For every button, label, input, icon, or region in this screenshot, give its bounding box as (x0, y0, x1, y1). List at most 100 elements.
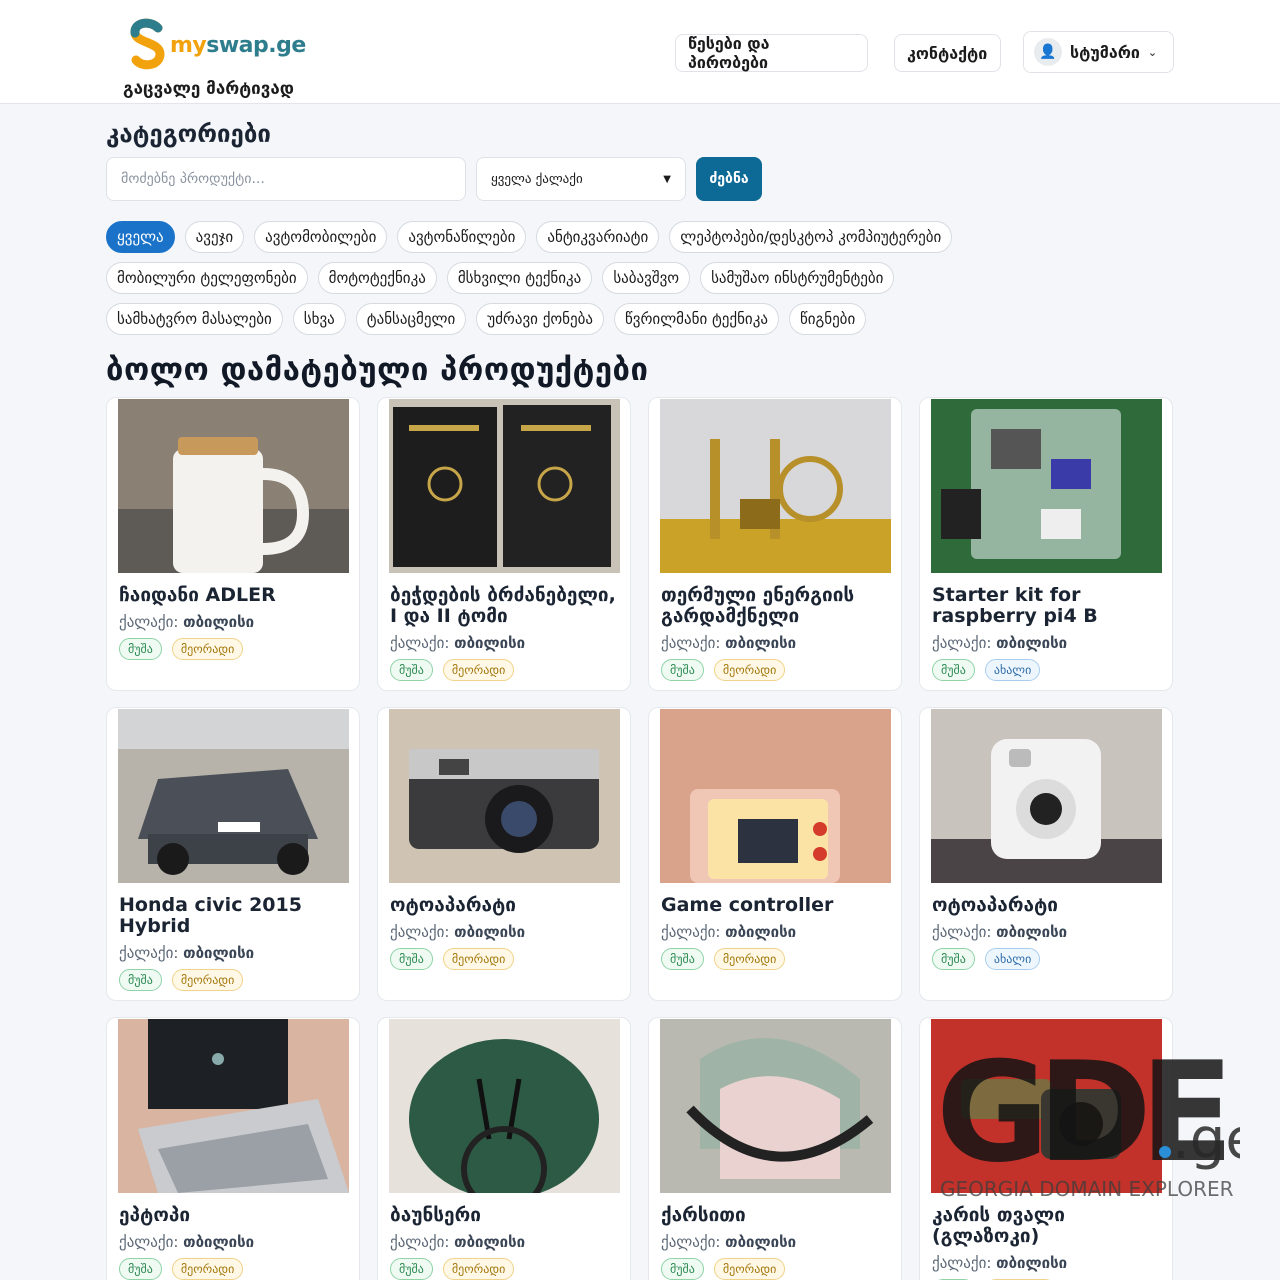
city-value: თბილისი (725, 923, 797, 941)
category-chip[interactable]: ავტომობილები (254, 221, 388, 253)
product-badges: მუშა მეორადი (390, 659, 515, 681)
product-card[interactable]: ჩაიდანი ADLER ქალაქი: თბილისი მუშა მეორადი (106, 397, 360, 691)
category-chip[interactable]: უძრავი ქონება (476, 303, 605, 335)
city-prefix: ქალაქი: (661, 1233, 726, 1251)
status-badge: მუშა (932, 948, 975, 970)
product-image[interactable] (118, 399, 349, 573)
product-title[interactable]: ბეჭდების ბრძანებელი, I და II ტომი (390, 585, 622, 627)
status-badge: მუშა (661, 948, 704, 970)
watermark-tld: .ge (1172, 1107, 1240, 1172)
product-city: ქალაქი: თბილისი (390, 634, 525, 652)
product-image[interactable] (118, 709, 349, 883)
category-chip[interactable]: ანტიკვარიატი (536, 221, 660, 253)
product-image[interactable] (389, 1019, 620, 1193)
category-chip[interactable]: წიგნები (788, 303, 867, 335)
city-prefix: ქალაქი: (390, 634, 455, 652)
category-chip[interactable]: მოტოტექნიკა (317, 262, 437, 294)
product-title[interactable]: ბაუნსერი (390, 1205, 622, 1226)
site-tagline: გაცვალე მარტივად (123, 79, 294, 99)
product-image[interactable] (660, 1019, 891, 1193)
category-chip[interactable]: მსხვილი ტექნიკა (446, 262, 593, 294)
product-image[interactable] (931, 399, 1162, 573)
chip-row: მობილური ტელეფონები მოტოტექნიკა მსხვილი … (106, 262, 1066, 294)
chip-row: სამხატვრო მასალები სხვა ტანსაცმელი უძრავ… (106, 303, 1066, 335)
product-card[interactable]: Starter kit for raspberry pi4 B ქალაქი: თ… (919, 397, 1173, 691)
product-title[interactable]: ქარსითი (661, 1205, 893, 1226)
condition-badge: მეორადი (171, 969, 244, 991)
category-chip[interactable]: მობილური ტელეფონები (106, 262, 308, 294)
product-city: ქალაქი: თბილისი (661, 634, 796, 652)
site-logo[interactable]: myswap.ge (128, 18, 306, 72)
category-chip[interactable]: ყველა (106, 221, 175, 253)
condition-badge: მეორადი (713, 659, 786, 681)
product-card[interactable]: ბაუნსერი ქალაქი: თბილისი მუშა მეორადი (377, 1017, 631, 1280)
city-prefix: ქალაქი: (932, 634, 997, 652)
city-value: თბილისი (725, 634, 797, 652)
rules-button[interactable]: წესები და პირობები (675, 34, 868, 72)
product-badges: მუშა მეორადი (390, 948, 515, 970)
category-chip[interactable]: ლეპტოპები/დესკტოპ კომპიუტერები (669, 221, 953, 253)
product-card[interactable]: ოტოაპარატი ქალაქი: თბილისი მუშა ახალი (919, 707, 1173, 1001)
user-menu-button[interactable]: 👤 სტუმარი ⌄ (1023, 31, 1174, 73)
product-city: ქალაქი: თბილისი (661, 1233, 796, 1251)
product-title[interactable]: ოტოაპარატი (932, 895, 1164, 916)
contact-button[interactable]: კონტაქტი (894, 34, 1001, 72)
status-badge: მუშა (119, 969, 162, 991)
condition-badge: ახალი (984, 948, 1041, 970)
category-chip[interactable]: სხვა (292, 303, 346, 335)
product-card[interactable]: Game controller ქალაქი: თბილისი მუშა მეორად… (648, 707, 902, 1001)
city-prefix: ქალაქი: (390, 1233, 455, 1251)
product-image[interactable] (389, 399, 620, 573)
city-prefix: ქალაქი: (932, 1254, 997, 1272)
site-header: myswap.ge გაცვალე მარტივად წესები და პირ… (0, 0, 1280, 104)
product-badges: მუშა ახალი (932, 659, 1041, 681)
product-title[interactable]: Game controller (661, 895, 893, 916)
product-title[interactable]: ეპტოპი (119, 1205, 351, 1226)
city-prefix: ქალაქი: (119, 1233, 184, 1251)
product-card[interactable]: ეპტოპი ქალაქი: თბილისი მუშა მეორადი (106, 1017, 360, 1280)
product-title[interactable]: ოტოაპარატი (390, 895, 622, 916)
latest-products-title: ბოლო დამატებული პროდუქტები (106, 352, 649, 388)
product-card[interactable]: ბეჭდების ბრძანებელი, I და II ტომი ქალაქი:… (377, 397, 631, 691)
city-value: თბილისი (454, 634, 526, 652)
category-chip[interactable]: სამხატვრო მასალები (106, 303, 283, 335)
category-chip[interactable]: წვრილმანი ტექნიკა (614, 303, 779, 335)
product-image[interactable] (931, 709, 1162, 883)
status-badge: მუშა (390, 948, 433, 970)
category-chip[interactable]: ტანსაცმელი (355, 303, 467, 335)
product-card[interactable]: ქარსითი ქალაქი: თბილისი მუშა მეორადი (648, 1017, 902, 1280)
status-badge: მუშა (119, 1258, 162, 1280)
condition-badge: მეორადი (713, 1258, 786, 1280)
dropdown-arrow-icon: ▼ (663, 173, 671, 185)
condition-badge: ახალი (984, 659, 1041, 681)
product-title[interactable]: Honda civic 2015 Hybrid (119, 895, 351, 937)
city-value: თბილისი (183, 944, 255, 962)
product-image[interactable] (389, 709, 620, 883)
city-value: თბილისი (996, 923, 1068, 941)
product-title[interactable]: ჩაიდანი ADLER (119, 585, 351, 606)
city-select-value: ყველა ქალაქი (491, 171, 583, 187)
product-badges: მუშა მეორადი (119, 638, 244, 660)
search-input[interactable]: მოძებნე პროდუქტი... (106, 157, 466, 201)
category-chips: ყველა ავეჯი ავტომობილები ავტონაწილები ანტი… (106, 221, 1066, 344)
product-city: ქალაქი: თბილისი (390, 1233, 525, 1251)
product-image[interactable] (660, 709, 891, 883)
product-title[interactable]: Starter kit for raspberry pi4 B (932, 585, 1164, 627)
city-value: თბილისი (454, 923, 526, 941)
category-chip[interactable]: ავეჯი (184, 221, 245, 253)
category-chip[interactable]: სამუშაო ინსტრუმენტები (700, 262, 895, 294)
status-badge: მუშა (932, 659, 975, 681)
category-chip[interactable]: ავტონაწილები (397, 221, 527, 253)
city-select[interactable]: ყველა ქალაქი ▼ (476, 157, 686, 201)
product-badges: მუშა მეორადი (119, 1258, 244, 1280)
product-image[interactable] (118, 1019, 349, 1193)
category-chip[interactable]: საბავშვო (602, 262, 691, 294)
product-card[interactable]: ოტოაპარატი ქალაქი: თბილისი მუშა მეორადი (377, 707, 631, 1001)
search-button[interactable]: ძებნა (696, 157, 762, 201)
product-image[interactable] (660, 399, 891, 573)
product-title[interactable]: თერმული ენერგიის გარდამქნელი (661, 585, 893, 627)
product-card[interactable]: Honda civic 2015 Hybrid ქალაქი: თბილისი მუ… (106, 707, 360, 1001)
product-title[interactable]: კარის თვალი (გლაზოკი) (932, 1205, 1164, 1247)
product-badges: მუშა მეორადი (661, 659, 786, 681)
product-card[interactable]: თერმული ენერგიის გარდამქნელი ქალაქი: თბილ… (648, 397, 902, 691)
